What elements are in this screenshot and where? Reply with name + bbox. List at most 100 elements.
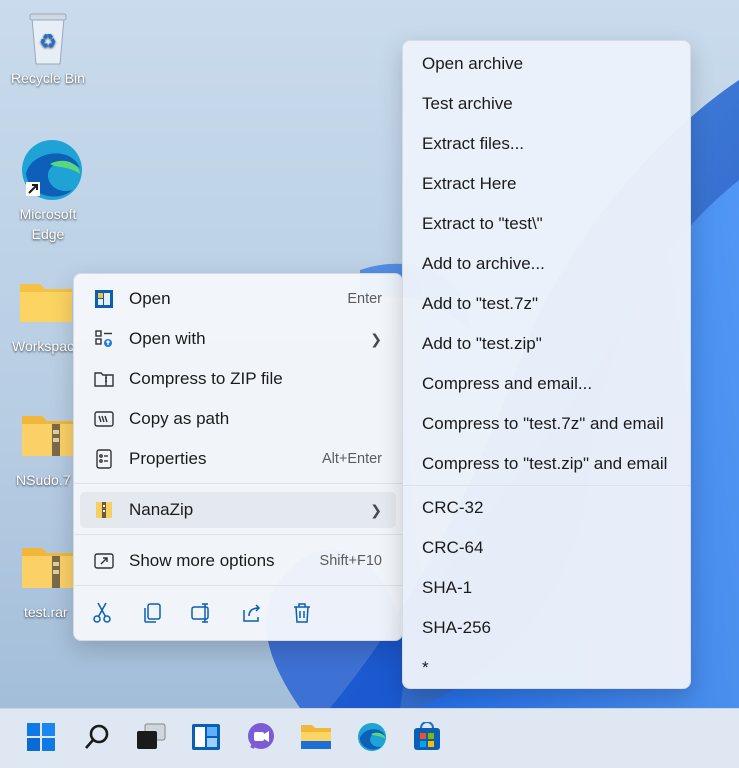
nanazip-submenu: Open archive Test archive Extract files.… [402,40,691,689]
menu-item-label: Properties [129,449,207,468]
menu-item-nanazip[interactable]: NanaZip ❯ [80,492,396,528]
submenu-item-label: Open archive [422,54,524,73]
cut-icon [92,602,112,629]
file-explorer-button[interactable] [298,721,334,757]
edge-button[interactable] [354,721,390,757]
desktop-icon-label: NSudo.7 [16,472,71,488]
menu-item-shortcut: Enter [347,291,382,307]
chevron-right-icon: ❯ [370,501,382,518]
copy-button[interactable] [137,600,167,630]
menu-item-compress-zip[interactable]: Compress to ZIP file [80,361,396,397]
svg-text:♻: ♻ [39,29,57,53]
delete-icon [292,602,312,629]
submenu-item-label: Extract files... [422,134,525,153]
store-button[interactable] [409,720,445,757]
recycle-bin-icon: ♻ [20,8,76,65]
desktop-icon-edge[interactable]: Microsoft Edge [5,138,91,244]
submenu-item-compress-zip-email[interactable]: Compress to "test.zip" and email [403,446,690,482]
show-more-icon [93,550,115,572]
submenu-item-crc64[interactable]: CRC-64 [403,530,690,566]
copy-icon [142,602,162,629]
submenu-item-label: * [422,658,429,677]
submenu-separator [403,485,690,486]
submenu-item-open-archive[interactable]: Open archive [403,46,690,82]
submenu-item-label: Test archive [422,94,513,113]
submenu-item-label: Extract Here [422,174,517,193]
submenu-item-label: CRC-32 [422,498,484,517]
submenu-item-add-to-zip[interactable]: Add to "test.zip" [403,326,690,362]
submenu-item-label: CRC-64 [422,538,484,557]
context-menu: Open Enter Open with ❯ Compress to ZIP f… [73,273,403,641]
desktop-icon-label: test.rar [24,604,68,620]
submenu-item-add-to-archive[interactable]: Add to archive... [403,246,690,282]
file-explorer-icon [300,723,332,756]
folder-icon [18,276,74,332]
submenu-item-extract-to[interactable]: Extract to "test\" [403,206,690,242]
menu-separator [74,585,402,586]
menu-item-label: Compress to ZIP file [129,369,283,388]
desktop-icon-test-rar[interactable]: test.rar [0,542,80,622]
taskbar [0,708,739,768]
submenu-item-extract-files[interactable]: Extract files... [403,126,690,162]
submenu-item-crc32[interactable]: CRC-32 [403,490,690,526]
task-view-button[interactable] [133,721,169,757]
delete-button[interactable] [287,600,317,630]
menu-item-shortcut: Alt+Enter [321,451,382,467]
submenu-item-label: Compress and email... [422,374,593,393]
menu-separator [74,483,402,484]
copy-path-icon [93,408,115,430]
edge-icon [357,722,387,757]
submenu-item-sha256[interactable]: SHA-256 [403,610,690,646]
submenu-item-all-hashes[interactable]: * [403,650,690,686]
store-icon [412,720,442,757]
start-button[interactable] [23,721,59,757]
desktop-icon-label: Microsoft Edge [19,206,77,242]
nanazip-icon [93,499,115,521]
open-app-icon [93,288,115,310]
submenu-item-label: Extract to "test\" [422,214,543,233]
submenu-item-label: Compress to "test.zip" and email [422,454,668,473]
rename-button[interactable] [187,600,217,630]
submenu-item-compress-email[interactable]: Compress and email... [403,366,690,402]
menu-item-open-with[interactable]: Open with ❯ [80,321,396,357]
submenu-item-compress-7z-email[interactable]: Compress to "test.7z" and email [403,406,690,442]
desktop-icon-label: Workspac [12,338,74,354]
submenu-item-label: Compress to "test.7z" and email [422,414,664,433]
zip-folder-icon [93,368,115,390]
chat-icon [246,722,276,757]
menu-item-label: Open [129,289,171,308]
submenu-item-label: Add to archive... [422,254,545,273]
desktop-icon-workspace[interactable]: Workspac [0,276,80,356]
menu-item-properties[interactable]: Properties Alt+Enter [80,441,396,477]
desktop-icon-label: Recycle Bin [11,70,85,86]
submenu-item-label: Add to "test.zip" [422,334,542,353]
archive-folder-icon [20,410,76,466]
open-with-icon [93,328,115,350]
start-icon [26,722,56,757]
submenu-item-extract-here[interactable]: Extract Here [403,166,690,202]
widgets-button[interactable] [188,721,224,757]
chat-button[interactable] [243,721,279,757]
submenu-item-test-archive[interactable]: Test archive [403,86,690,122]
widgets-icon [191,723,221,756]
menu-item-show-more-options[interactable]: Show more options Shift+F10 [80,543,396,579]
cut-button[interactable] [87,600,117,630]
menu-item-label: Show more options [129,551,275,570]
submenu-item-label: SHA-256 [422,618,491,637]
menu-item-open[interactable]: Open Enter [80,281,396,317]
menu-item-label: Copy as path [129,409,230,428]
desktop-icon-nsudo[interactable]: NSudo.7 [0,410,80,490]
properties-icon [93,448,115,470]
search-icon [83,723,111,756]
submenu-item-add-to-7z[interactable]: Add to "test.7z" [403,286,690,322]
menu-item-label: NanaZip [129,500,194,519]
share-button[interactable] [237,600,267,630]
submenu-item-sha1[interactable]: SHA-1 [403,570,690,606]
archive-folder-icon [20,542,76,598]
menu-item-copy-as-path[interactable]: Copy as path [80,401,396,437]
menu-item-label: Open with [129,329,206,348]
search-button[interactable] [79,721,115,757]
task-view-icon [136,723,166,756]
menu-separator [74,534,402,535]
desktop-icon-recycle-bin[interactable]: ♻ Recycle Bin [5,8,91,88]
